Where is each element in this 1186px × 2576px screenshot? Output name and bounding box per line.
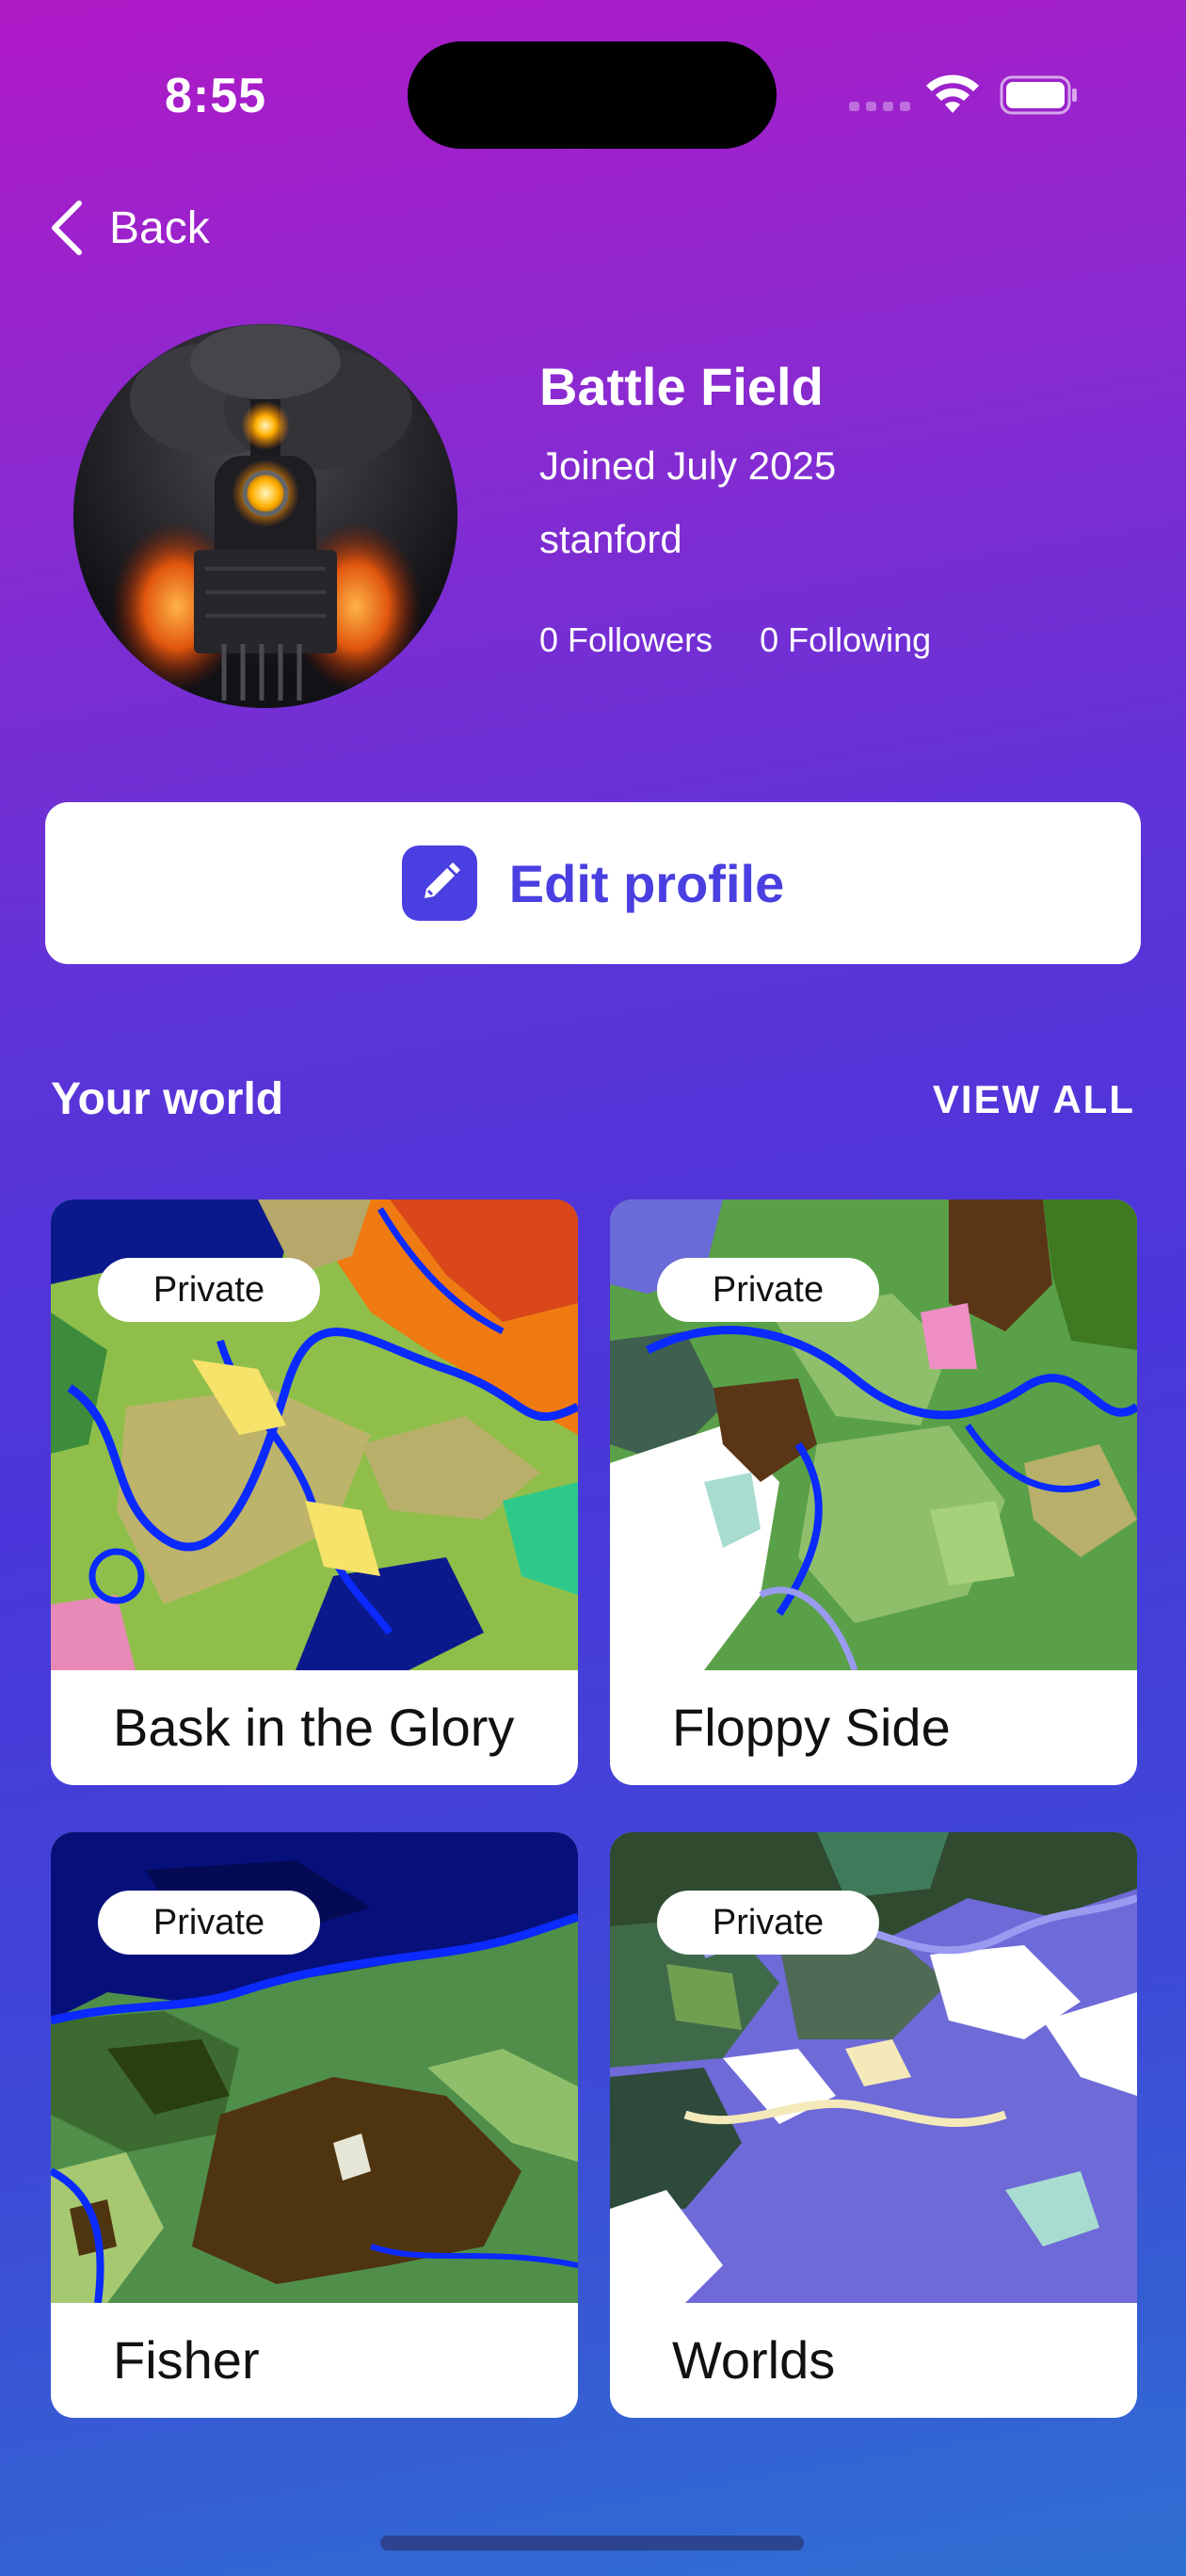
private-badge: Private bbox=[657, 1891, 879, 1955]
wifi-icon bbox=[926, 74, 979, 113]
cellular-signal-icon bbox=[849, 102, 910, 111]
back-label: Back bbox=[109, 202, 210, 253]
world-title: Fisher bbox=[113, 2330, 260, 2390]
avatar bbox=[73, 324, 457, 708]
view-all-link[interactable]: VIEW ALL bbox=[933, 1077, 1135, 1122]
follow-stats: 0 Followers 0 Following bbox=[539, 620, 931, 660]
train-avatar-image bbox=[73, 324, 457, 708]
private-badge: Private bbox=[657, 1258, 879, 1322]
status-time: 8:55 bbox=[165, 69, 267, 123]
joined-date: Joined July 2025 bbox=[539, 443, 837, 488]
profile-name: Battle Field bbox=[539, 357, 824, 416]
section-title: Your world bbox=[51, 1074, 284, 1124]
world-card[interactable]: Private Floppy Side bbox=[610, 1199, 1137, 1785]
back-button[interactable]: Back bbox=[47, 198, 210, 258]
edit-profile-button[interactable]: Edit profile bbox=[45, 802, 1141, 964]
world-card[interactable]: Private Worlds bbox=[610, 1832, 1137, 2418]
home-indicator[interactable] bbox=[380, 2536, 804, 2551]
edit-profile-label: Edit profile bbox=[508, 853, 785, 913]
worlds-section-header: Your world VIEW ALL bbox=[51, 1073, 1135, 1125]
world-card[interactable]: Private Fisher bbox=[51, 1832, 578, 2418]
private-badge: Private bbox=[98, 1258, 320, 1322]
world-title: Worlds bbox=[672, 2330, 836, 2390]
chevron-left-icon bbox=[52, 201, 82, 255]
world-title: Floppy Side bbox=[672, 1698, 951, 1757]
status-bar: 8:55 bbox=[0, 0, 1186, 151]
followers-link[interactable]: 0 Followers bbox=[539, 620, 713, 660]
following-link[interactable]: 0 Following bbox=[760, 620, 931, 660]
pencil-icon bbox=[401, 845, 477, 921]
battery-icon bbox=[1000, 75, 1077, 115]
dynamic-island bbox=[408, 41, 777, 149]
private-badge: Private bbox=[98, 1891, 320, 1955]
profile-info: Battle Field Joined July 2025 stanford 0… bbox=[539, 356, 931, 660]
world-card[interactable]: Private Bask in the Glory bbox=[51, 1199, 578, 1785]
world-title: Bask in the Glory bbox=[113, 1698, 515, 1757]
profile-school: stanford bbox=[539, 517, 682, 561]
